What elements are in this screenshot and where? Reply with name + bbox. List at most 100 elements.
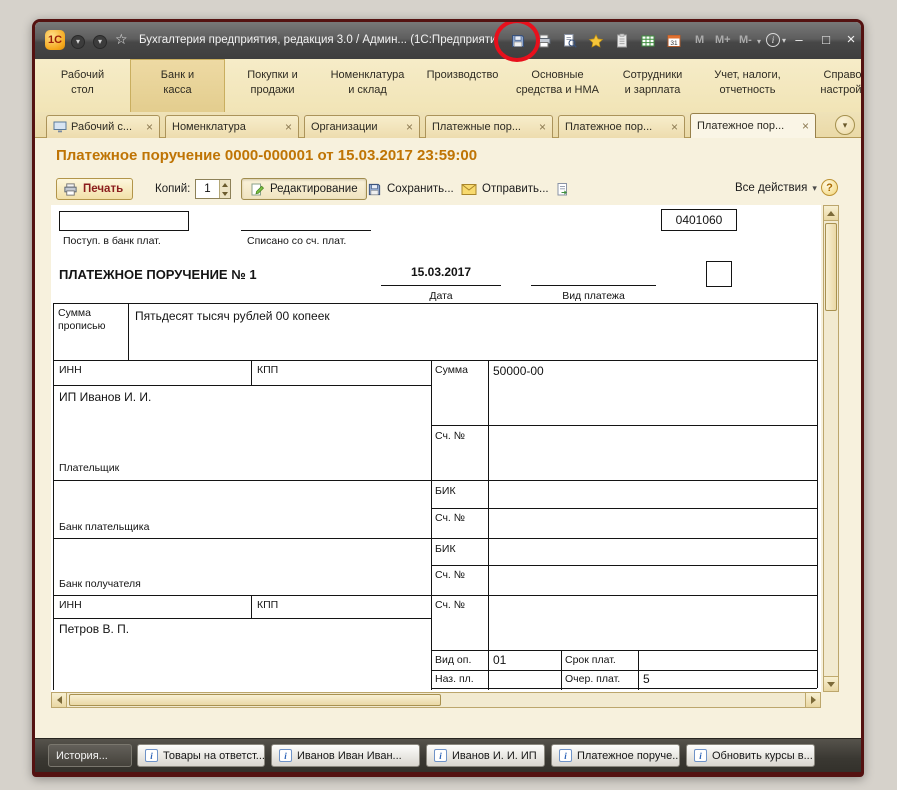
history-button[interactable]: История... [48,744,132,767]
calendar-button[interactable]: 31 [663,31,685,51]
copies-spinner[interactable]: 1 [195,179,231,199]
ribbon-tab-label: средства и НМА [510,83,605,98]
minimize-button[interactable]: – [790,32,808,48]
info-button[interactable]: i ▾ [766,33,786,47]
document-title: ПЛАТЕЖНОЕ ПОРУЧЕНИЕ № 1 [59,267,257,282]
payee-name-value[interactable]: Петров В. П. [59,622,129,636]
grid-line [53,385,431,386]
tab-list-button[interactable]: ▾ [835,115,855,135]
ribbon-tab-label: Рабочий [35,68,130,83]
scroll-right-button[interactable] [805,693,820,707]
table-button[interactable] [637,31,659,51]
doc-tab-rabochiy-stol[interactable]: Рабочий с... × [46,115,160,138]
scroll-left-button[interactable] [52,693,67,707]
taskbar-button-label: Обновить курсы в... [712,750,813,762]
main-menu-button[interactable]: ▾ [71,35,85,49]
payer-label: Плательщик [59,462,119,474]
grid-line [53,303,54,690]
memory-mplus-button[interactable]: M+ [715,34,731,46]
amount-value[interactable]: 50000-00 [493,364,544,378]
tab-close-icon[interactable]: × [279,120,292,134]
copies-value[interactable]: 1 [196,180,219,198]
title-bar[interactable]: 1С ▾ ▾ ☆ Бухгалтерия предприятия, редакц… [35,22,861,59]
quick-menu-button[interactable]: ▾ [93,35,107,49]
add-favorite-button[interactable] [585,31,607,51]
bank-received-field[interactable] [59,211,189,231]
debited-field[interactable] [241,211,371,231]
payment-kind-label: Вид платежа [531,290,656,302]
preview-button[interactable] [559,31,581,51]
spinner-up-button[interactable] [220,180,230,189]
grid-line [53,618,431,619]
app-logo-icon: 1С [45,30,65,50]
scroll-up-button[interactable] [824,206,838,221]
tab-close-icon[interactable]: × [796,119,809,133]
taskbar-item-tovary[interactable]: i Товары на ответст... [137,744,265,767]
payer-name-value[interactable]: ИП Иванов И. И. [59,390,151,404]
doc-tab-platezhnye-porucheniya[interactable]: Платежные пор... × [425,115,553,138]
ribbon-tab-osnovnye-sredstva[interactable]: Основныесредства и НМА [510,59,605,112]
caret-down-icon[interactable]: ▾ [757,37,761,46]
spinner-down-button[interactable] [220,189,230,198]
caret-down-icon: ▾ [98,38,102,46]
memory-m-button[interactable]: M [695,34,704,46]
taskbar-button-label: Иванов Иван Иван... [297,750,402,762]
doc-tab-nomenklatura[interactable]: Номенклатура × [165,115,299,138]
grid-line [53,303,817,304]
status-101-field[interactable] [706,261,732,287]
document-export-icon [555,182,570,197]
export-button[interactable] [549,178,576,200]
horizontal-scroll-thumb[interactable] [69,694,441,706]
ribbon-tab-uchet-nalogi[interactable]: Учет, налоги,отчетность [700,59,795,112]
all-actions-button[interactable]: Все действия ▾ [735,182,817,194]
amount-words-label: прописью [58,320,106,332]
ribbon-tab-bank-i-kassa[interactable]: Банк икасса [130,59,225,112]
doc-tab-platezhnoe-poruchenie-2[interactable]: Платежное пор... × [690,113,816,138]
caret-down-icon: ▾ [812,183,817,194]
date-value[interactable]: 15.03.2017 [381,265,501,286]
ribbon-tab-proizvodstvo[interactable]: Производство [415,59,510,112]
tab-close-icon[interactable]: × [665,120,678,134]
ribbon-tab-label: настрой. [795,83,864,98]
doc-tab-organizatsii[interactable]: Организации × [304,115,420,138]
tab-close-icon[interactable]: × [140,120,153,134]
grid-line [561,650,562,690]
ribbon-tab-pokupki-prodazhi[interactable]: Покупки ипродажи [225,59,320,112]
help-button[interactable]: ? [821,179,838,196]
scroll-down-button[interactable] [824,676,838,691]
payment-kind-field[interactable] [531,265,656,286]
maximize-button[interactable]: □ [817,32,835,48]
edit-button[interactable]: Редактирование [241,178,367,200]
taskbar-item-platezhnoe[interactable]: i Платежное поруче... [551,744,680,767]
taskbar-item-ivanov-ivan[interactable]: i Иванов Иван Иван... [271,744,420,767]
edit-pencil-icon [250,182,265,197]
clipboard-button[interactable] [611,31,633,51]
document-info-icon: i [279,749,292,762]
send-button[interactable]: Отправить... [455,178,555,200]
horizontal-scrollbar[interactable] [51,692,821,708]
memory-mminus-button[interactable]: M- [739,34,752,46]
tab-close-icon[interactable]: × [400,120,413,134]
amount-words-value[interactable]: Пятьдесят тысяч рублей 00 копеек [135,309,330,323]
taskbar-button-label: Платежное поруче... [577,750,680,762]
floppy-icon [367,182,382,197]
ribbon-tab-rabochiy-stol[interactable]: Рабочийстол [35,59,130,112]
print-button[interactable]: Печать [56,178,133,200]
kpp-label: КПП [257,364,278,376]
ribbon-tab-spravochniki[interactable]: Справонастрой. [795,59,864,112]
priority-value[interactable]: 5 [643,672,650,686]
tab-close-icon[interactable]: × [533,120,546,134]
taskbar-item-obnovit-kursy[interactable]: i Обновить курсы в... [686,744,815,767]
favorites-star-icon[interactable]: ☆ [115,31,128,48]
vertical-scrollbar[interactable] [823,205,839,692]
ribbon-tab-nomenklatura-sklad[interactable]: Номенклатураи склад [320,59,415,112]
doc-tab-platezhnoe-poruchenie-1[interactable]: Платежное пор... × [558,115,685,138]
vertical-scroll-thumb[interactable] [825,223,837,311]
op-kind-value[interactable]: 01 [493,653,506,667]
close-button[interactable]: × [842,32,860,48]
doc-tab-label: Рабочий с... [71,121,132,133]
save-document-button[interactable]: Сохранить... [361,178,460,200]
ribbon-tab-sotrudniki-zarplata[interactable]: Сотрудникии зарплата [605,59,700,112]
edit-button-label: Редактирование [270,183,358,195]
taskbar-item-ivanov-ip[interactable]: i Иванов И. И. ИП [426,744,545,767]
